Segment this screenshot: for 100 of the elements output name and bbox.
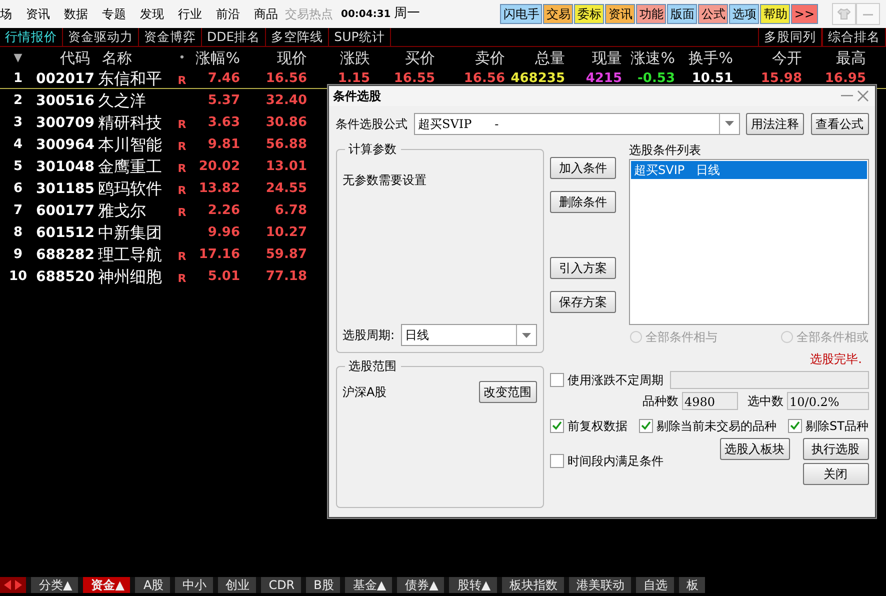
- stock-code: 688282: [36, 246, 94, 264]
- dialog-button[interactable]: 加入条件: [550, 157, 616, 179]
- column-header[interactable]: 现量: [565, 47, 622, 70]
- column-header[interactable]: 涨跌: [307, 47, 370, 70]
- view-tab[interactable]: 多空阵线: [266, 28, 330, 46]
- checkbox[interactable]: [550, 372, 564, 387]
- dialog-button[interactable]: 选股入板块: [720, 438, 790, 460]
- column-header[interactable]: 今开: [733, 47, 802, 70]
- menu-item[interactable]: 发现: [133, 5, 171, 23]
- view-tab[interactable]: 资金博弈: [139, 28, 202, 46]
- category-tab[interactable]: 自选: [630, 577, 674, 593]
- view-tab[interactable]: 综合排名: [822, 28, 886, 46]
- category-tab[interactable]: 港美联动: [564, 577, 631, 593]
- toolbar-button[interactable]: 功能: [636, 4, 666, 24]
- dialog-button[interactable]: 关闭: [802, 463, 868, 485]
- toolbar-button[interactable]: 帮助: [760, 4, 790, 24]
- category-tab[interactable]: 债券▲: [392, 577, 444, 593]
- checkbox[interactable]: [550, 418, 564, 432]
- stock-name: 久之洋: [97, 90, 147, 112]
- menu-item[interactable]: 行业: [171, 5, 209, 23]
- dialog-button[interactable]: 用法注释: [746, 112, 804, 134]
- column-header[interactable]: 最高: [802, 47, 866, 70]
- formula-combobox[interactable]: 超买SVIP -: [414, 112, 740, 134]
- view-tab[interactable]: SUP统计: [329, 28, 391, 46]
- category-tab[interactable]: A股: [130, 577, 170, 593]
- column-header[interactable]: 卖价: [435, 47, 505, 70]
- period-field[interactable]: [670, 370, 868, 389]
- category-tab[interactable]: CDR: [256, 577, 301, 593]
- table-cell-text: 7.46: [206, 70, 240, 88]
- dialog-button[interactable]: 删除条件: [550, 191, 616, 213]
- scroll-arrows[interactable]: [0, 577, 26, 593]
- flag-text: R: [176, 139, 188, 156]
- toolbar-button[interactable]: 公式: [698, 4, 728, 24]
- menu-item[interactable]: 商品: [247, 5, 285, 23]
- check-icon: [552, 421, 562, 430]
- dialog-button[interactable]: 执行选股: [802, 438, 868, 460]
- category-tab[interactable]: 板: [674, 577, 705, 593]
- view-tab[interactable]: 多股同列: [758, 28, 822, 46]
- view-tab[interactable]: DDE排名: [202, 28, 266, 46]
- change-range-button[interactable]: 改变范围: [478, 381, 536, 403]
- minimize-button[interactable]: [856, 3, 880, 25]
- category-tab[interactable]: 资金▲: [78, 577, 130, 593]
- table-cell-text: 16.55: [392, 70, 435, 88]
- column-header[interactable]: ▼: [0, 50, 36, 66]
- checkbox[interactable]: [788, 418, 802, 432]
- category-tab[interactable]: 中小: [170, 577, 213, 593]
- column-header[interactable]: 换手%: [675, 47, 733, 70]
- toolbar-button[interactable]: 委标: [574, 4, 604, 24]
- list-label: 选股条件列表: [629, 142, 702, 159]
- column-header[interactable]: 买价: [370, 47, 435, 70]
- menu-item[interactable]: 数据: [57, 5, 95, 23]
- skin-button[interactable]: [832, 3, 856, 25]
- dialog-button[interactable]: 引入方案: [550, 257, 616, 279]
- category-tab[interactable]: 创业: [212, 577, 256, 593]
- toolbar-button[interactable]: 闪电手: [500, 4, 542, 24]
- category-tab[interactable]: B股: [300, 577, 340, 593]
- view-tab[interactable]: 行情报价: [0, 28, 63, 46]
- checkbox[interactable]: [550, 454, 564, 468]
- list-item[interactable]: 超买SVIP 日线: [631, 161, 866, 179]
- column-header[interactable]: 涨速%: [622, 47, 675, 70]
- period-select[interactable]: 日线: [401, 324, 536, 346]
- column-header[interactable]: 代码: [36, 47, 94, 70]
- stock-code: 300516: [36, 92, 94, 110]
- column-header[interactable]: 现价: [240, 47, 307, 70]
- category-tab[interactable]: 基金▲: [340, 577, 392, 593]
- menu-item[interactable]: 专题: [95, 5, 133, 23]
- count-label: 选中数: [747, 393, 784, 410]
- column-header[interactable]: 涨幅%: [190, 47, 240, 70]
- table-cell-text: 3.63: [206, 114, 240, 132]
- table-cell-text: 24.55: [264, 180, 307, 198]
- column-header[interactable]: •: [174, 50, 190, 66]
- category-tab[interactable]: 分类▲: [26, 577, 78, 593]
- category-tab[interactable]: 板块指数: [496, 577, 564, 593]
- dialog-button[interactable]: 查看公式: [810, 112, 868, 134]
- category-tab[interactable]: 股转▲: [444, 577, 497, 593]
- table-cell-text: 6.78: [274, 202, 307, 220]
- toolbar-button[interactable]: 资讯: [605, 4, 636, 24]
- toolbar-button[interactable]: 版面: [667, 4, 698, 24]
- checkbox[interactable]: [639, 418, 654, 432]
- toolbar-button[interactable]: >>: [791, 4, 818, 24]
- dialog-button[interactable]: 保存方案: [550, 291, 616, 313]
- column-header[interactable]: 总量: [505, 47, 565, 70]
- view-tab[interactable]: 资金驱动力: [63, 28, 139, 46]
- period-label: 选股周期:: [342, 327, 395, 344]
- row-number: 9: [12, 246, 24, 264]
- table-cell-text: 15.98: [760, 70, 802, 88]
- menu-item[interactable]: 资讯: [19, 5, 57, 23]
- menu-item[interactable]: 场: [0, 5, 19, 23]
- stock-name: 金鹰重工: [97, 156, 163, 178]
- flag-text: R: [176, 271, 188, 288]
- table-cell-text: 30.86: [264, 114, 307, 132]
- stock-code: 301048: [36, 158, 94, 176]
- toolbar-button[interactable]: 选项: [729, 4, 760, 24]
- close-icon[interactable]: [855, 88, 871, 104]
- stock-code: 002017: [36, 70, 94, 88]
- toolbar-button[interactable]: 交易: [543, 4, 574, 24]
- column-header[interactable]: 名称: [94, 47, 174, 70]
- checkbox-label: 时间段内满足条件: [567, 453, 664, 470]
- table-cell-text: 17.16: [198, 246, 240, 264]
- menu-item[interactable]: 前沿: [209, 5, 247, 23]
